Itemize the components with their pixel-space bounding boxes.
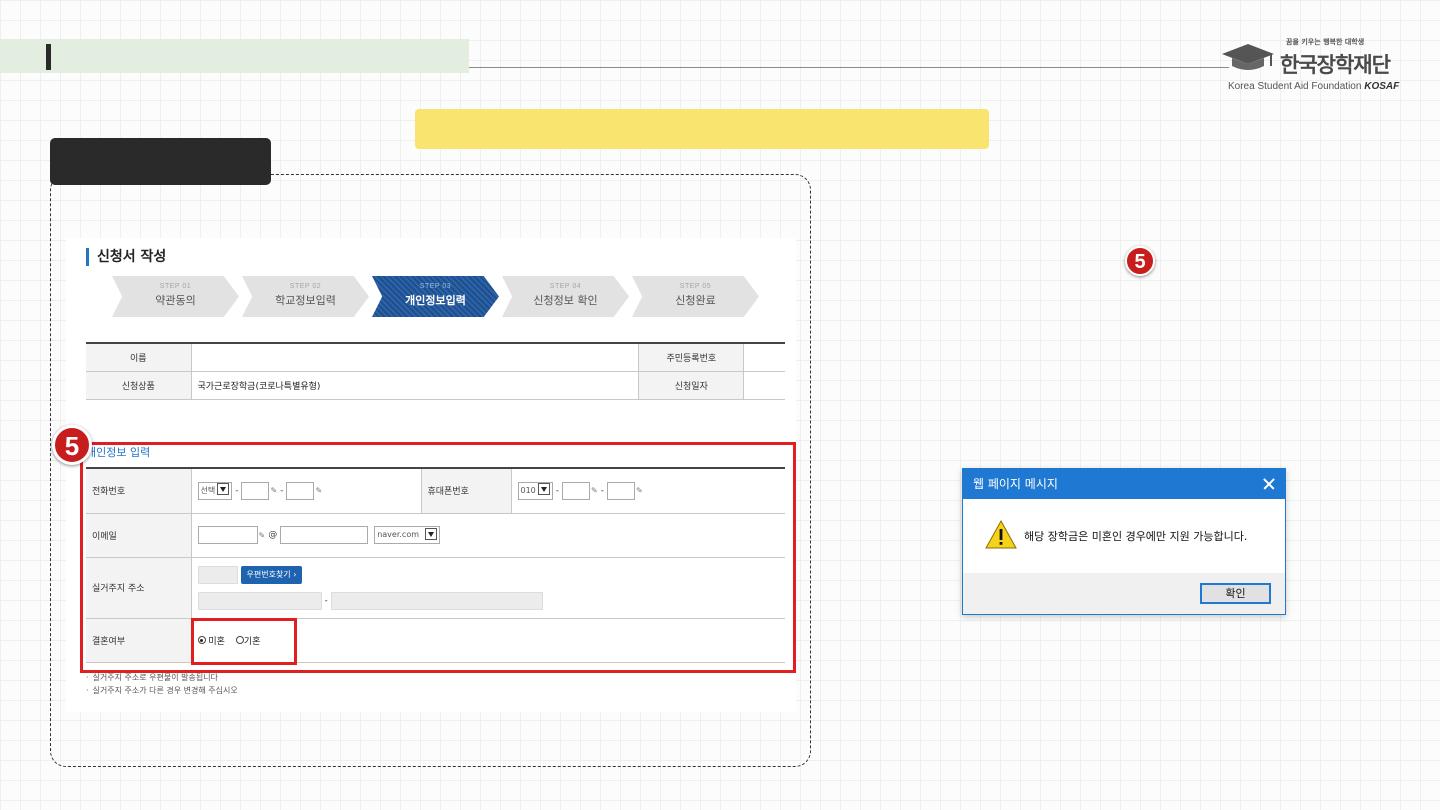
ok-button[interactable]: 확인 bbox=[1200, 583, 1271, 604]
note-item: 실거주지 주소가 다른 경우 변경해 주십시오 bbox=[86, 684, 238, 697]
rrn-value bbox=[743, 343, 785, 372]
header-band bbox=[0, 39, 469, 73]
warning-icon bbox=[985, 519, 1017, 549]
highlight-box-marital-status bbox=[191, 618, 297, 665]
step-1: STEP 01 약관동의 bbox=[112, 276, 239, 317]
panel-tab bbox=[50, 138, 271, 185]
header-marker bbox=[46, 44, 51, 70]
logo-tagline: 꿈을 키우는 행복한 대학생 bbox=[1286, 38, 1365, 46]
logo-english-name: Korea Student Aid Foundation KOSAF bbox=[1228, 81, 1400, 92]
step-5: STEP 05 신청완료 bbox=[632, 276, 759, 317]
product-value: 국가근로장학금(코로나특별유형) bbox=[190, 371, 639, 400]
date-label: 신청일자 bbox=[638, 371, 744, 400]
form-title: 신청서 작성 bbox=[86, 248, 166, 266]
graduation-cap-icon bbox=[1222, 44, 1274, 70]
dialog-message: 해당 장학금은 미혼인 경우에만 지원 가능합니다. bbox=[1024, 530, 1248, 543]
dialog-title: 웹 페이지 메시지 bbox=[963, 469, 1285, 499]
rrn-label: 주민등록번호 bbox=[638, 343, 744, 372]
kosaf-logo: 꿈을 키우는 행복한 대학생 한국장학재단 Korea Student Aid … bbox=[1214, 36, 1414, 96]
step-3-active: STEP 03 개인정보입력 bbox=[372, 276, 499, 317]
highlight-box-personal-info bbox=[80, 442, 796, 673]
date-value bbox=[743, 371, 785, 400]
header-divider bbox=[469, 67, 1229, 68]
dialog-footer: 확인 bbox=[963, 573, 1285, 614]
product-label: 신청상품 bbox=[86, 371, 191, 400]
step-number-badge: 5 bbox=[52, 425, 92, 465]
name-value bbox=[190, 343, 639, 372]
step-4: STEP 04 신청정보 확인 bbox=[502, 276, 629, 317]
yellow-title-bar bbox=[415, 109, 989, 149]
close-icon[interactable] bbox=[1261, 469, 1277, 499]
step-number-badge-side: 5 bbox=[1125, 246, 1155, 276]
logo-name: 한국장학재단 bbox=[1280, 53, 1391, 77]
applicant-info-table: 이름 주민등록번호 신청상품 국가근로장학금(코로나특별유형) 신청일자 bbox=[86, 342, 785, 400]
step-2: STEP 02 학교정보입력 bbox=[242, 276, 369, 317]
form-notes: 실거주지 주소로 우편물이 발송됩니다 실거주지 주소가 다른 경우 변경해 주… bbox=[86, 671, 238, 697]
web-page-message-dialog: 웹 페이지 메시지 해당 장학금은 미혼인 경우에만 지원 가능합니다. 확인 bbox=[962, 468, 1286, 615]
name-label: 이름 bbox=[86, 343, 191, 372]
